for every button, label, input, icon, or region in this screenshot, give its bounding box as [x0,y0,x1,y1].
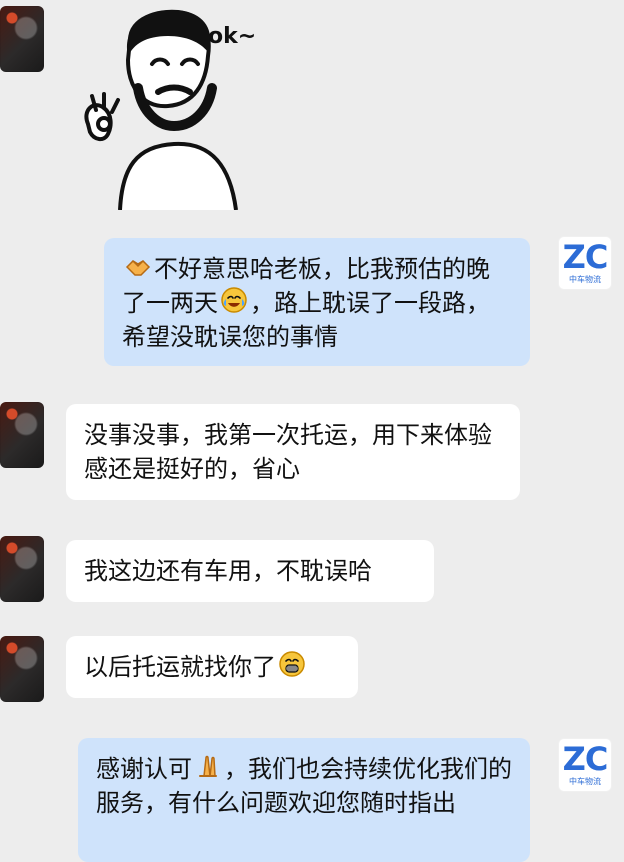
user-avatar[interactable] [0,6,44,72]
company-logo-subtitle: 中车物流 [569,275,601,284]
message-text: 感谢认可 [96,755,192,783]
company-logo-subtitle: 中车物流 [569,777,601,786]
company-avatar[interactable]: ZC 中车物流 [558,738,612,792]
message-bubble[interactable]: 不好意思哈老板，比我预估的晚了一两天 ，路上耽误了一段路，希望没耽误您的事情 [104,238,530,366]
praying-hands-icon [194,752,222,780]
grinning-face-icon [278,650,306,678]
handshake-icon [124,252,152,280]
company-logo: ZC [562,740,609,778]
message-bubble[interactable]: 我这边还有车用，不耽误哈 [66,540,434,602]
message-bubble[interactable]: 以后托运就找你了 [66,636,358,698]
user-avatar[interactable] [0,402,44,468]
message-text: 我这边还有车用，不耽误哈 [84,557,372,585]
message-bubble[interactable]: 感谢认可 ，我们也会持续优化我们的服务，有什么问题欢迎您随时指出 [78,738,530,862]
message-text: 没事没事，我第一次托运，用下来体验感还是挺好的，省心 [84,421,492,483]
user-avatar[interactable] [0,536,44,602]
tears-of-joy-icon [220,286,248,314]
cartoon-man-ok-sticker [84,9,238,211]
company-logo: ZC [562,238,609,276]
user-avatar[interactable] [0,636,44,702]
sticker-text: ok~ [208,24,257,49]
message-bubble[interactable]: 没事没事，我第一次托运，用下来体验感还是挺好的，省心 [66,404,520,500]
sticker-ok[interactable]: ok~ [60,0,300,211]
message-text: 以后托运就找你了 [84,653,276,681]
company-avatar[interactable]: ZC 中车物流 [558,236,612,290]
